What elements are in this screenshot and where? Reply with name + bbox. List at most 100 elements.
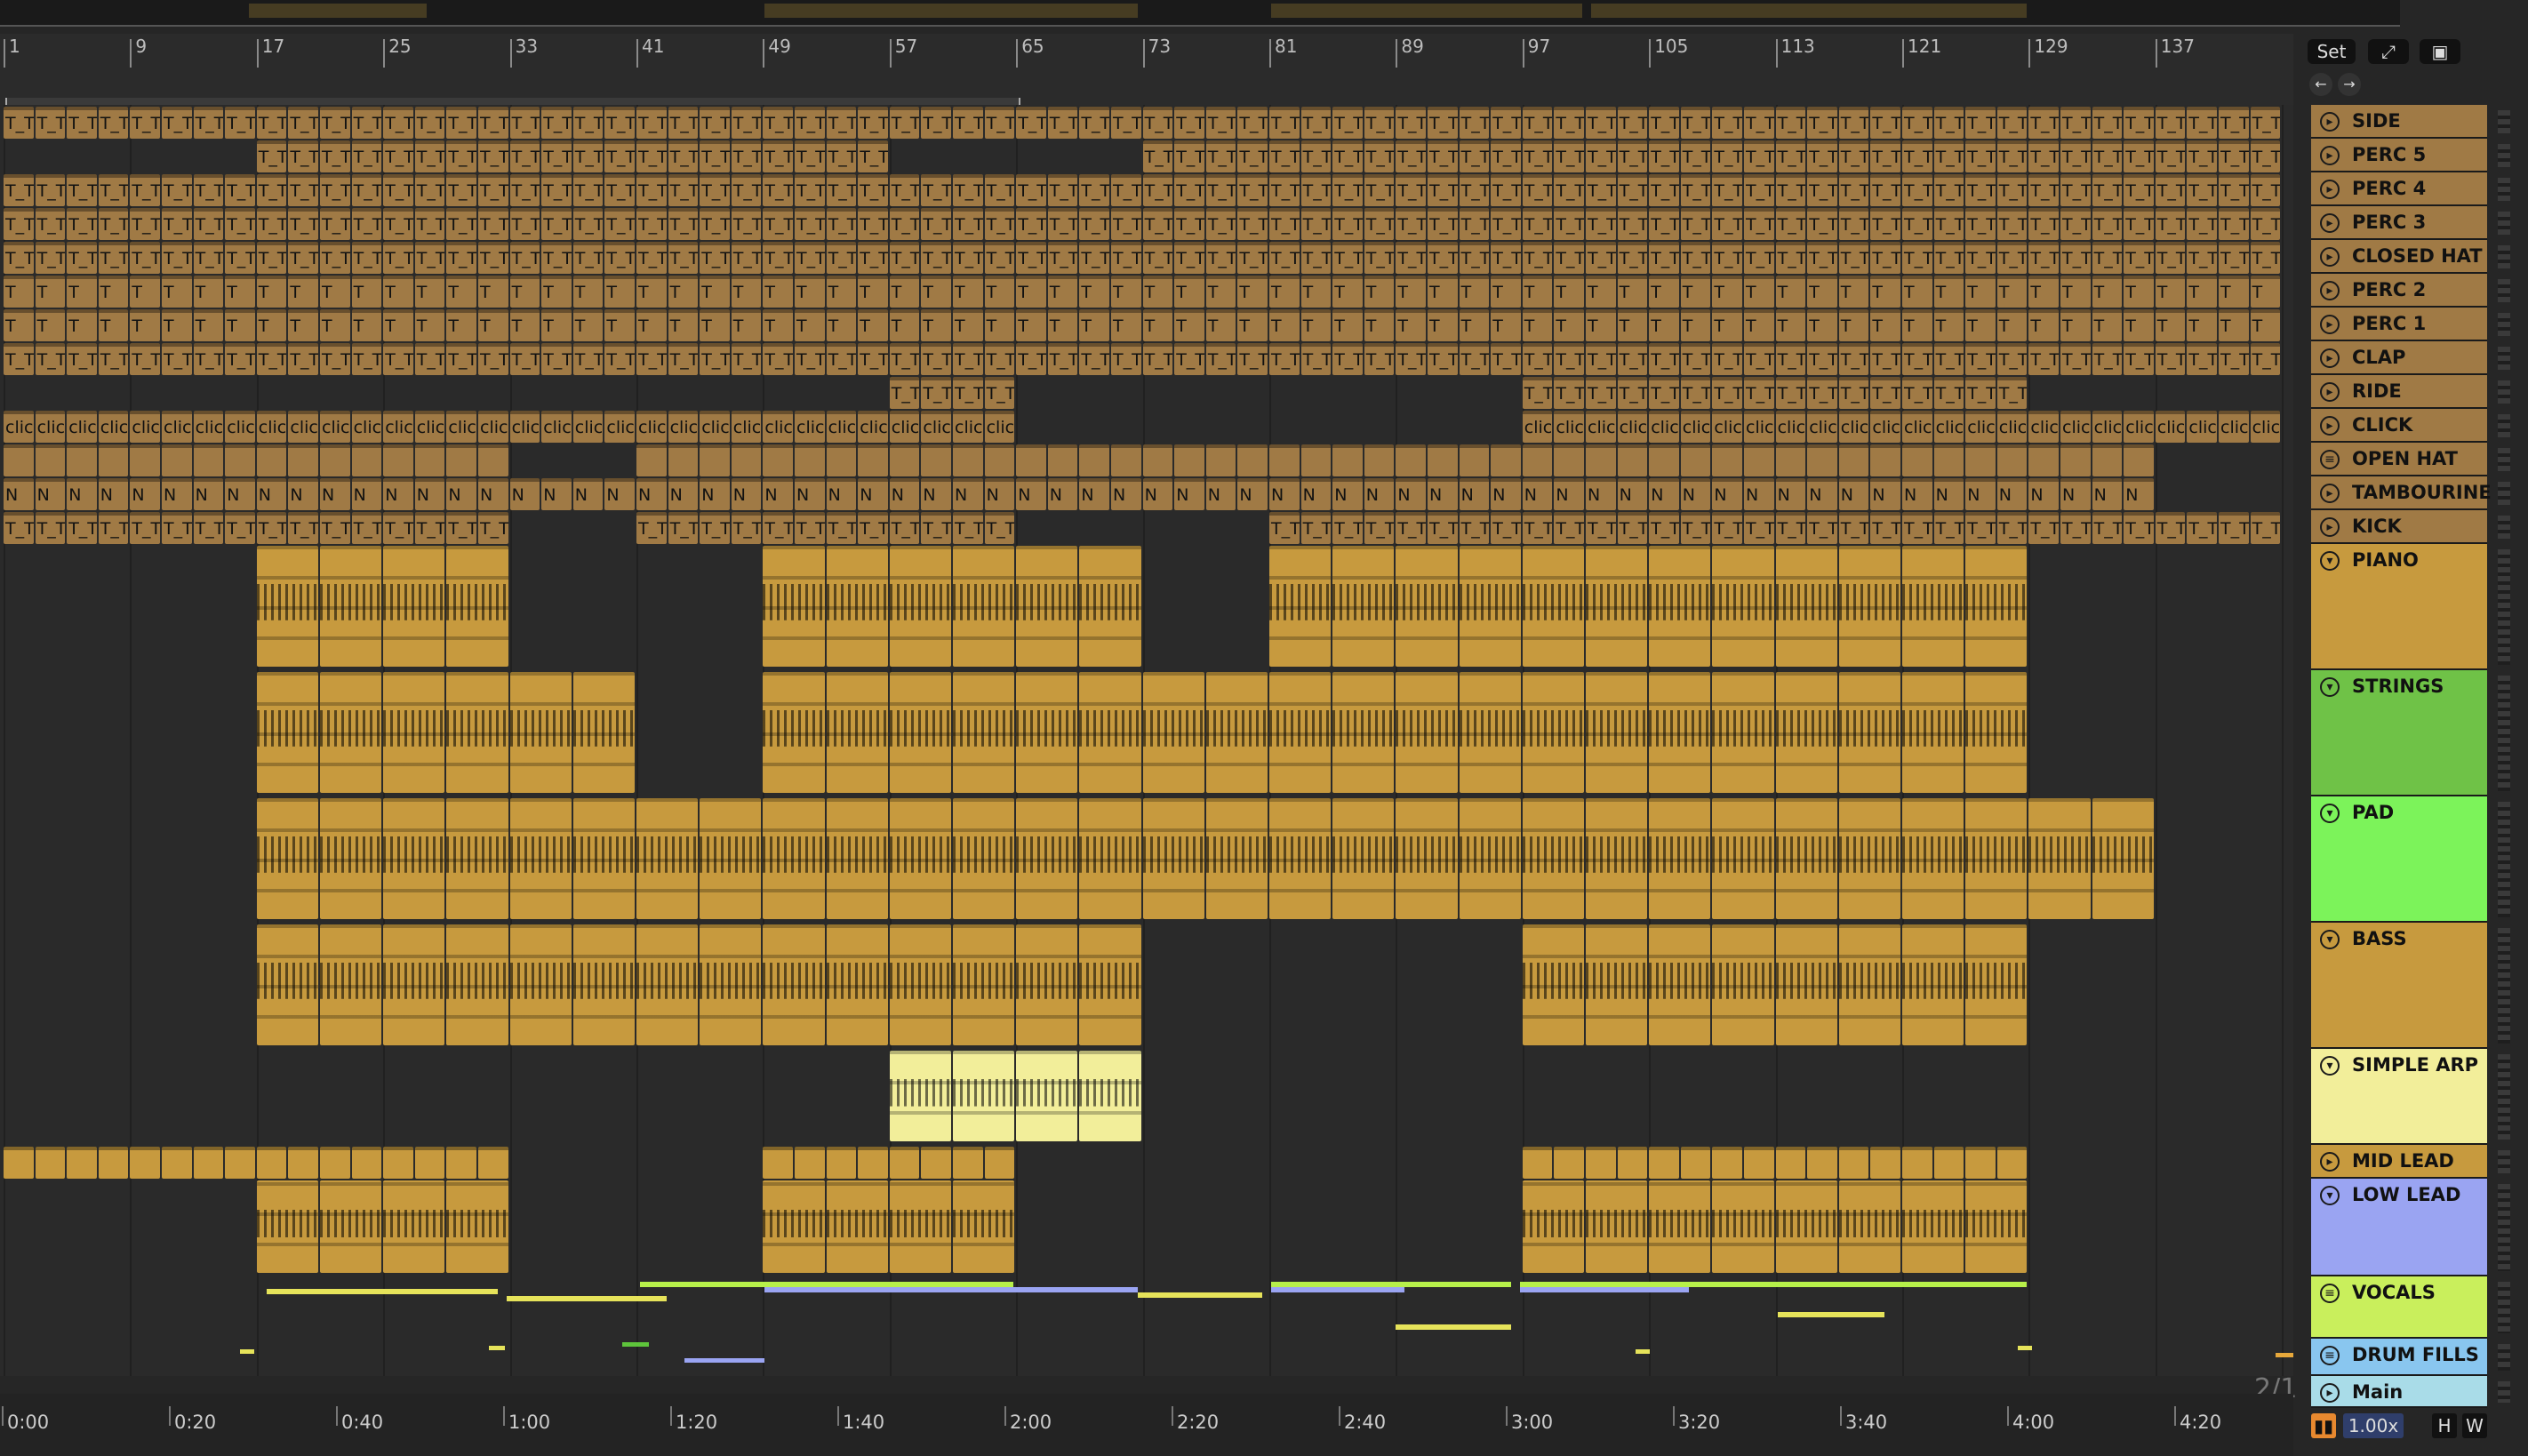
- clip[interactable]: [1586, 672, 1648, 793]
- clip[interactable]: T_TSM: [1174, 208, 1204, 240]
- clip[interactable]: T_TSM: [1332, 208, 1363, 240]
- clip[interactable]: T_TSD: [320, 107, 350, 139]
- clip[interactable]: T_TSM: [1522, 140, 1553, 172]
- clip[interactable]: T_TSD: [98, 242, 129, 274]
- meter-icon[interactable]: ▮▮: [2311, 1413, 2336, 1438]
- clip[interactable]: T_TSM: [1332, 512, 1363, 544]
- clip[interactable]: T_TSD: [1838, 377, 1869, 409]
- clip[interactable]: click_t: [2187, 411, 2217, 443]
- clip[interactable]: [1237, 444, 1268, 476]
- clip[interactable]: N: [1079, 478, 1109, 510]
- clip[interactable]: T_TSD: [1617, 242, 1648, 274]
- clip[interactable]: click_t: [2250, 411, 2281, 443]
- clip[interactable]: click_t: [795, 411, 825, 443]
- clip[interactable]: T_TSM: [225, 512, 255, 544]
- clip[interactable]: T: [858, 309, 888, 341]
- clip[interactable]: [256, 1180, 318, 1273]
- clip[interactable]: [1965, 546, 2028, 667]
- clip[interactable]: T_TSM: [1111, 174, 1141, 206]
- clip[interactable]: N: [572, 478, 604, 510]
- clip[interactable]: N: [130, 478, 160, 510]
- clip[interactable]: click_t: [604, 411, 635, 443]
- clip[interactable]: [1902, 444, 1932, 476]
- clip[interactable]: T_TSM: [1902, 208, 1932, 240]
- clip[interactable]: T: [2155, 309, 2186, 341]
- clip[interactable]: T_TSM: [1902, 343, 1932, 375]
- clip[interactable]: N: [889, 478, 920, 510]
- clip[interactable]: T_TSD: [1680, 377, 1711, 409]
- clip[interactable]: T: [130, 309, 160, 341]
- clip[interactable]: T: [320, 276, 350, 308]
- clip[interactable]: T: [1617, 309, 1648, 341]
- clip[interactable]: T_TSM: [1554, 343, 1584, 375]
- clip[interactable]: N: [1680, 478, 1711, 510]
- clip[interactable]: T_TSM: [1142, 208, 1173, 240]
- clip[interactable]: T_TSD: [1396, 242, 1426, 274]
- clip[interactable]: N: [225, 478, 255, 510]
- clip[interactable]: T_TSD: [383, 242, 413, 274]
- clip[interactable]: T_TSM: [256, 512, 287, 544]
- clip[interactable]: T_TSM: [1586, 512, 1616, 544]
- clip[interactable]: T: [1554, 276, 1584, 308]
- clip[interactable]: N: [2092, 478, 2123, 510]
- clip[interactable]: N: [288, 478, 318, 510]
- clip[interactable]: T_TSD: [1554, 242, 1584, 274]
- clip[interactable]: T_TSM: [668, 174, 699, 206]
- clip[interactable]: T_TSD: [1649, 377, 1679, 409]
- clip[interactable]: click_t: [98, 411, 129, 443]
- clip[interactable]: T_TSM: [1838, 174, 1869, 206]
- clip[interactable]: T_TSM: [1586, 208, 1616, 240]
- lane-closed-hat[interactable]: T_TSDT_TSDT_TSDT_TSDT_TSDT_TSDT_TSDT_TSD…: [0, 240, 2293, 276]
- clip[interactable]: [763, 444, 793, 476]
- clip[interactable]: T_TSM: [1491, 140, 1521, 172]
- clip[interactable]: [1996, 444, 2028, 476]
- clip[interactable]: [1712, 672, 1774, 793]
- clip[interactable]: T: [984, 276, 1015, 308]
- clip[interactable]: N: [1111, 478, 1141, 510]
- clip[interactable]: T_TSD: [478, 242, 508, 274]
- clip[interactable]: T_TSM: [320, 208, 350, 240]
- clip[interactable]: T_TSM: [509, 140, 540, 172]
- clip[interactable]: click_t: [256, 411, 287, 443]
- clip[interactable]: N: [1617, 478, 1648, 510]
- clip[interactable]: T_TSM: [1016, 343, 1046, 375]
- clip[interactable]: T: [193, 276, 224, 308]
- clip[interactable]: [162, 1147, 192, 1179]
- clip[interactable]: T_TSM: [826, 343, 857, 375]
- clip[interactable]: T: [1554, 309, 1584, 341]
- clip[interactable]: T_TSM: [1205, 140, 1236, 172]
- clip[interactable]: [1775, 798, 1837, 919]
- clip[interactable]: T_TSM: [1491, 343, 1521, 375]
- clip[interactable]: T_TSM: [193, 174, 224, 206]
- clip[interactable]: T: [2219, 309, 2249, 341]
- clip[interactable]: click_t: [668, 411, 699, 443]
- clip[interactable]: T: [1775, 309, 1806, 341]
- clip[interactable]: [1807, 444, 1837, 476]
- clip[interactable]: click_t: [1680, 411, 1711, 443]
- clip[interactable]: click_t: [1838, 411, 1869, 443]
- clip[interactable]: [2060, 444, 2091, 476]
- clip[interactable]: T_TSD: [1428, 107, 1458, 139]
- clip[interactable]: T_TSM: [1522, 343, 1553, 375]
- clip[interactable]: T_TSM: [1491, 208, 1521, 240]
- clip[interactable]: T_TSM: [2092, 343, 2123, 375]
- clip[interactable]: T_TSD: [1269, 107, 1300, 139]
- clip[interactable]: [953, 672, 1015, 793]
- clip[interactable]: T: [1269, 309, 1300, 341]
- clip[interactable]: [320, 798, 382, 919]
- lane-ride[interactable]: T_TSDT_TSDT_TSDT_TSDT_TSDT_TSDT_TSDT_TSD…: [0, 375, 2293, 411]
- clip[interactable]: T_TSM: [225, 208, 255, 240]
- track-header-perc-3[interactable]: ▸ PERC 3: [2311, 206, 2487, 240]
- clip[interactable]: [636, 924, 699, 1045]
- clip[interactable]: click_t: [2092, 411, 2123, 443]
- clip[interactable]: T_TSM: [4, 174, 34, 206]
- clip[interactable]: N: [604, 478, 635, 510]
- clip[interactable]: T_TSM: [921, 512, 951, 544]
- clip[interactable]: T_TSD: [1522, 377, 1553, 409]
- clip[interactable]: T_TSM: [2219, 174, 2249, 206]
- clip[interactable]: [1775, 924, 1837, 1045]
- clip[interactable]: T_TSM: [541, 208, 572, 240]
- play-icon[interactable]: ▸: [2320, 315, 2340, 334]
- clip[interactable]: T_TSM: [953, 208, 983, 240]
- clip[interactable]: T: [921, 309, 951, 341]
